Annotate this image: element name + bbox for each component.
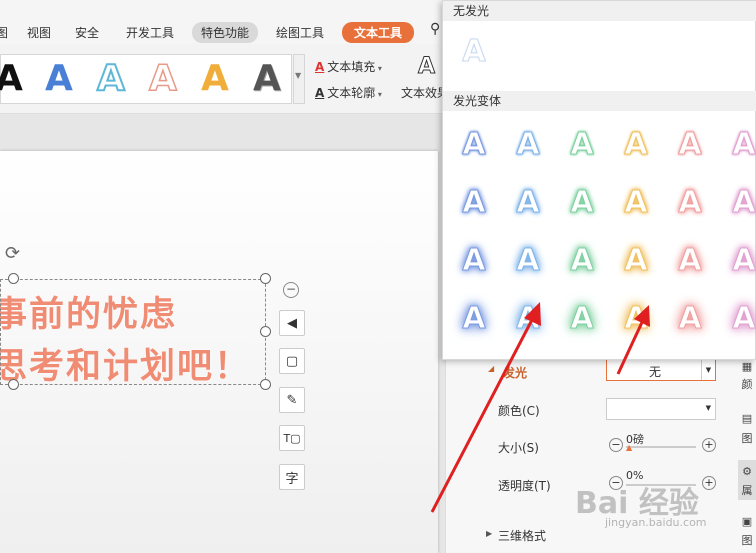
transparency-label: 透明度(T)	[498, 479, 551, 493]
resize-handle[interactable]	[8, 273, 19, 284]
text-style-cyan-outline[interactable]: A	[96, 57, 126, 101]
glow-variant-option[interactable]: A	[508, 243, 548, 279]
text-box-icon[interactable]: T▢	[279, 425, 305, 451]
text-format-icon[interactable]: 字	[279, 464, 305, 490]
menu-item-text-tools[interactable]: 文本工具	[342, 22, 415, 43]
color-select[interactable]: ▼	[606, 398, 716, 420]
glow-variant-option[interactable]: A	[454, 301, 494, 337]
menu-item-view[interactable]: 视图	[27, 24, 51, 41]
resize-handle[interactable]	[8, 379, 19, 390]
chevron-down-icon: ▼	[295, 71, 302, 80]
dropdown-arrow-icon: ▾	[375, 64, 382, 73]
text-effect-icon[interactable]: A	[417, 54, 435, 80]
glow-variant-option[interactable]: A	[562, 243, 602, 279]
text-outline-icon: A	[315, 86, 325, 100]
shape-outline-icon[interactable]: ▢	[279, 348, 305, 374]
menu-item-security[interactable]: 安全	[75, 24, 99, 41]
text-style-orange[interactable]: A	[201, 57, 229, 101]
text-outline-button[interactable]: A 文本轮廓 ▾	[315, 84, 382, 101]
decrease-size-icon[interactable]: −	[609, 438, 623, 452]
side-tab-image-icon[interactable]: ▣	[738, 515, 756, 528]
text-style-blue[interactable]: A	[45, 57, 73, 101]
text-style-black[interactable]: A	[0, 57, 23, 101]
dropdown-arrow-icon: ▾	[375, 90, 382, 99]
glow-variant-option[interactable]: A	[616, 185, 656, 221]
menu-item-developer[interactable]: 开发工具	[126, 24, 174, 41]
menu-item-partial[interactable]: 图	[0, 24, 8, 41]
no-glow-header: 无发光	[443, 1, 756, 21]
size-slider[interactable]	[626, 446, 696, 448]
side-tab-fill-icon[interactable]: ▦	[738, 360, 756, 373]
expand-triangle-icon[interactable]: ◢	[488, 364, 494, 373]
side-tab-image[interactable]: 图	[738, 532, 756, 548]
text-style-gray[interactable]: A	[253, 57, 281, 101]
glow-variant-option[interactable]: A	[562, 301, 602, 337]
glow-variant-option[interactable]: A	[670, 301, 710, 337]
increase-size-icon[interactable]: +	[702, 438, 716, 452]
slider-thumb-icon[interactable]: ▲	[626, 443, 632, 452]
glow-effect-popup: 无发光 A 发光变体 AAAAAAAAAAAAAAAAAAAAAAAA	[442, 0, 756, 360]
glow-variant-option[interactable]: A	[724, 301, 756, 337]
three-d-format-label[interactable]: 三维格式	[498, 527, 546, 544]
glow-select-value: 无	[649, 365, 662, 379]
chevron-down-icon: ▼	[701, 360, 715, 380]
glow-variant-option[interactable]: A	[454, 127, 494, 163]
increase-transparency-icon[interactable]: +	[702, 476, 716, 490]
glow-variant-option[interactable]: A	[508, 301, 548, 337]
glow-variants-header: 发光变体	[443, 91, 756, 111]
rotate-handle-icon[interactable]: ⟳	[5, 243, 20, 264]
glow-section-label[interactable]: 发光	[503, 364, 527, 381]
glow-variant-option[interactable]: A	[724, 185, 756, 221]
glow-variant-option[interactable]: A	[724, 243, 756, 279]
glow-variant-option[interactable]: A	[670, 127, 710, 163]
glow-variant-option[interactable]: A	[562, 185, 602, 221]
chevron-down-icon: ▼	[705, 404, 711, 412]
glow-variant-option[interactable]: A	[616, 243, 656, 279]
glow-variant-option[interactable]: A	[562, 127, 602, 163]
side-tab-chart-icon[interactable]: ▤	[738, 412, 756, 425]
search-icon[interactable]: ⚲	[430, 21, 440, 37]
size-label: 大小(S)	[498, 441, 539, 455]
gallery-more-button[interactable]: ▼	[293, 54, 305, 104]
glow-variant-option[interactable]: A	[454, 185, 494, 221]
collapse-icon[interactable]: −	[283, 282, 299, 298]
text-outline-label: 文本轮廓	[327, 86, 376, 100]
glow-variant-option[interactable]: A	[724, 127, 756, 163]
glow-variant-option[interactable]: A	[670, 185, 710, 221]
resize-handle[interactable]	[260, 326, 271, 337]
text-style-gallery: A A A A A A	[0, 54, 292, 104]
text-fill-label: 文本填充	[327, 60, 376, 74]
menu-item-drawing-tools[interactable]: 绘图工具	[276, 24, 324, 41]
format-painter-icon[interactable]: ✎	[279, 387, 305, 413]
resize-handle[interactable]	[260, 379, 271, 390]
shape-fill-icon[interactable]: ◀	[279, 310, 305, 336]
glow-select[interactable]: 无 ▼	[606, 359, 716, 381]
text-fill-button[interactable]: A 文本填充 ▾	[315, 58, 382, 75]
glow-variant-option[interactable]: A	[616, 127, 656, 163]
glow-variant-option[interactable]: A	[508, 127, 548, 163]
glow-variant-option[interactable]: A	[616, 301, 656, 337]
glow-variant-option[interactable]: A	[508, 185, 548, 221]
side-tab-property-icon[interactable]: ⚙	[738, 465, 756, 478]
text-box-selection[interactable]	[0, 279, 266, 385]
side-tab-chart[interactable]: 图	[738, 430, 756, 446]
glow-variant-option[interactable]: A	[670, 243, 710, 279]
color-label: 颜色(C)	[498, 404, 540, 418]
no-glow-option[interactable]: A	[454, 34, 494, 70]
text-style-pink-outline[interactable]: A	[148, 57, 177, 101]
resize-handle[interactable]	[260, 273, 271, 284]
watermark-url: jingyan.baidu.com	[605, 516, 707, 529]
side-tab-property[interactable]: 属	[738, 482, 756, 498]
glow-variant-option[interactable]: A	[454, 243, 494, 279]
side-tab-fill[interactable]: 颜	[738, 376, 756, 392]
text-fill-icon: A	[315, 60, 325, 74]
collapse-triangle-icon[interactable]: ▶	[486, 529, 492, 538]
menu-item-features[interactable]: 特色功能	[192, 22, 259, 43]
